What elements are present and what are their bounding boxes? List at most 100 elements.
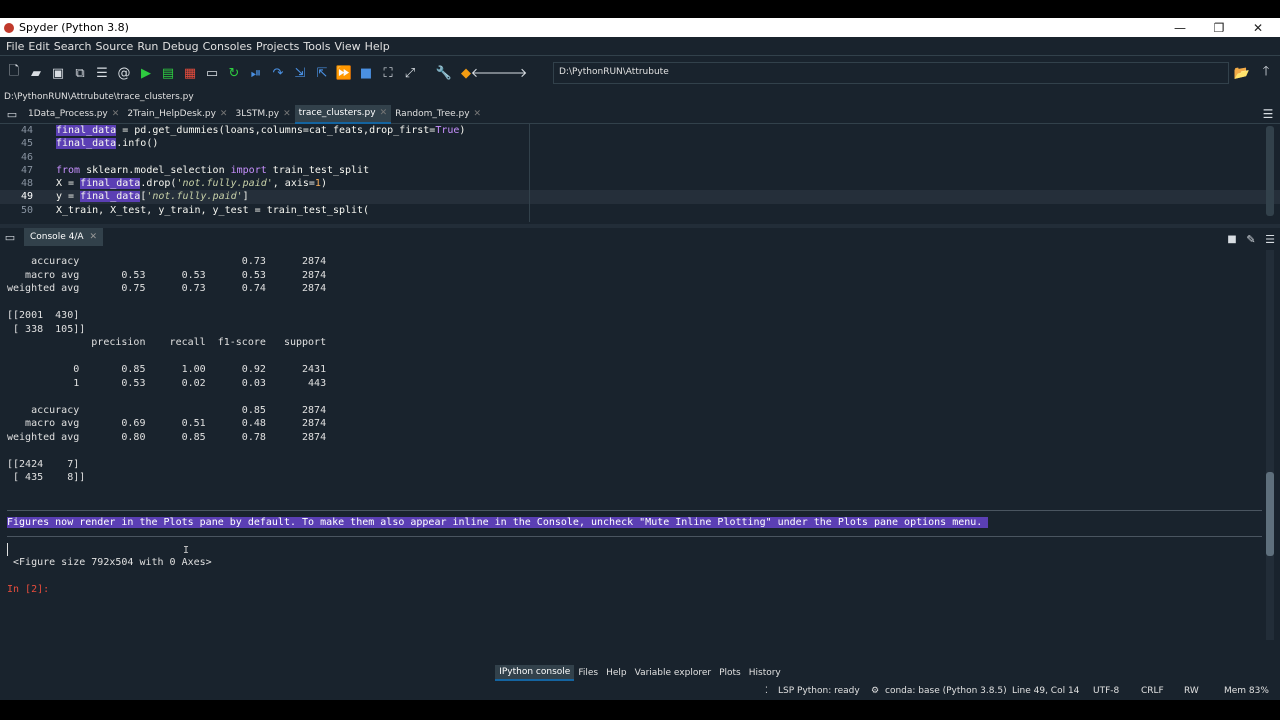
restore-button[interactable]: ❐	[1199, 18, 1239, 37]
run-cell-icon[interactable]: ▤	[158, 63, 178, 83]
menu-debug[interactable]: Debug	[160, 40, 200, 53]
read-write-status: RW	[1184, 686, 1199, 696]
run-selection-icon[interactable]: ▭	[202, 63, 222, 83]
main-toolbar: 🗋 ▰ ▣ ⧉ ☰ @ ▶ ▤ ▦ ▭ ↻ ⏯ ↷ ⇲ ⇱ ⏩ ■ ⛶ ⤢ 🔧 …	[0, 56, 1280, 90]
maximize-pane-icon[interactable]: ⛶	[378, 63, 398, 83]
forward-arrow-icon[interactable]: 🡒	[493, 63, 528, 83]
tab-console-4a[interactable]: Console 4/A ✕	[24, 228, 104, 246]
tab-ipython-console[interactable]: IPython console	[495, 665, 575, 681]
close-tab-icon[interactable]: ✕	[220, 105, 228, 124]
console-separator	[7, 510, 1262, 511]
save-icon[interactable]: ▣	[48, 63, 68, 83]
menu-consoles[interactable]: Consoles	[201, 40, 254, 53]
spyder-logo-icon	[4, 22, 14, 33]
memory-usage: Mem 83%	[1224, 686, 1269, 696]
console-scrollbar-thumb[interactable]	[1266, 472, 1274, 556]
lsp-status-icon: ⁚	[765, 686, 768, 696]
code-line: 46	[20, 151, 33, 163]
step-into-icon[interactable]: ⇲	[290, 63, 310, 83]
spyder-window: Spyder (Python 3.8) — ❐ ✕ File Edit Sear…	[0, 18, 1280, 700]
menu-tools[interactable]: Tools	[301, 40, 332, 53]
code-line: 44 final_data = pd.get_dummies(loans,colu…	[20, 125, 466, 136]
browse-folder-icon[interactable]: 📂	[1232, 63, 1252, 83]
console-tab-bar: ▭ Console 4/A ✕ ■ ✎ ☰	[0, 224, 1280, 246]
tab-trace-clusters[interactable]: trace_clusters.py ✕	[294, 104, 392, 124]
close-tab-icon[interactable]: ✕	[283, 105, 291, 124]
step-icon[interactable]: ↷	[268, 63, 288, 83]
working-directory-input[interactable]: D:\PythonRUN\Attrubute	[553, 62, 1229, 84]
title-bar: Spyder (Python 3.8) — ❐ ✕	[0, 18, 1280, 37]
console-output-line: accuracy 0.73 2874	[7, 256, 327, 267]
menu-file[interactable]: File	[4, 40, 26, 53]
tab-help[interactable]: Help	[602, 666, 631, 680]
close-console-icon[interactable]: ✕	[90, 228, 98, 246]
tab-1data-process[interactable]: 1Data_Process.py ✕	[24, 105, 123, 124]
ipython-console[interactable]: accuracy 0.73 2874 macro avg 0.53 0.53 0…	[0, 246, 1280, 650]
console-output-line: precision recall f1-score support	[7, 337, 327, 348]
console-separator	[7, 536, 1262, 537]
console-output-line: macro avg 0.69 0.51 0.48 2874	[7, 418, 327, 429]
editor-scrollbar[interactable]	[1266, 126, 1274, 216]
close-tab-icon[interactable]: ✕	[380, 104, 388, 123]
tab-2train-helpdesk[interactable]: 2Train_HelpDesk.py ✕	[123, 105, 231, 124]
save-all-icon[interactable]: ⧉	[70, 63, 90, 83]
code-editor[interactable]: 44 final_data = pd.get_dummies(loans,colu…	[0, 124, 1280, 222]
menu-run[interactable]: Run	[135, 40, 160, 53]
editor-options-menu-icon[interactable]: ☰	[1258, 104, 1278, 124]
menu-search[interactable]: Search	[52, 40, 94, 53]
continue-icon[interactable]: ⏩	[334, 63, 354, 83]
at-symbol-icon[interactable]: @	[114, 63, 134, 83]
run-icon[interactable]: ▶	[136, 63, 156, 83]
open-file-icon[interactable]: ▰	[26, 63, 46, 83]
figure-output: <Figure size 792x504 with 0 Axes>	[7, 557, 212, 568]
console-scrollbar[interactable]	[1266, 250, 1274, 640]
menu-source[interactable]: Source	[94, 40, 136, 53]
conda-env-status[interactable]: conda: base (Python 3.8.5)	[885, 686, 1007, 696]
menu-edit[interactable]: Edit	[26, 40, 51, 53]
line-endings: CRLF	[1141, 686, 1164, 696]
run-cell-advance-icon[interactable]: ▦	[180, 63, 200, 83]
code-line: 45 final_data.info()	[20, 138, 159, 150]
cursor-position: Line 49, Col 14	[1012, 686, 1080, 696]
outline-list-icon[interactable]: ☰	[92, 63, 112, 83]
close-tab-icon[interactable]: ✕	[112, 105, 120, 124]
letterbox-bottom	[0, 700, 1280, 720]
browse-consoles-icon[interactable]: ▭	[2, 229, 18, 245]
console-output-line: [ 338 105]]	[7, 323, 86, 335]
plots-notice-text: Figures now render in the Plots pane by …	[7, 517, 989, 528]
rerun-icon[interactable]: ↻	[224, 63, 244, 83]
close-tab-icon[interactable]: ✕	[474, 105, 482, 124]
minimize-button[interactable]: —	[1160, 18, 1200, 37]
console-output-line: [[2001 430]	[7, 310, 80, 321]
console-prompt[interactable]: In [2]:	[7, 583, 49, 596]
tab-history[interactable]: History	[745, 666, 785, 680]
fullscreen-icon[interactable]: ⤢	[400, 63, 420, 83]
menu-view[interactable]: View	[332, 40, 362, 53]
console-output-line: weighted avg 0.80 0.85 0.78 2874	[7, 431, 327, 443]
tab-random-tree[interactable]: Random_Tree.py ✕	[391, 105, 485, 124]
menu-projects[interactable]: Projects	[254, 40, 301, 53]
tab-plots[interactable]: Plots	[715, 666, 745, 680]
preferences-wrench-icon[interactable]: 🔧	[434, 63, 454, 83]
step-return-icon[interactable]: ⇱	[312, 63, 332, 83]
file-encoding: UTF-8	[1093, 686, 1120, 696]
console-output-line: [[2424 7]	[7, 458, 80, 470]
lsp-status[interactable]: LSP Python: ready	[778, 686, 860, 696]
console-output-line: 1 0.53 0.02 0.03 443	[7, 377, 327, 389]
menu-bar: File Edit Search Source Run Debug Consol…	[0, 37, 1280, 56]
status-bar: ⁚ LSP Python: ready ⚙ conda: base (Pytho…	[0, 684, 1280, 700]
close-button[interactable]: ✕	[1238, 18, 1278, 37]
current-file-path: D:\PythonRUN\Attrubute\trace_clusters.py	[0, 90, 1280, 105]
console-output-line: macro avg 0.53 0.53 0.53 2874	[7, 269, 327, 281]
tab-variable-explorer[interactable]: Variable explorer	[631, 666, 715, 680]
browse-tabs-icon[interactable]: ▭	[4, 106, 20, 122]
new-file-icon[interactable]: 🗋	[4, 63, 24, 83]
stop-debug-icon[interactable]: ■	[356, 63, 376, 83]
parent-directory-icon[interactable]: 🡑	[1256, 63, 1276, 83]
text-cursor	[7, 543, 8, 556]
conda-env-icon: ⚙	[871, 686, 880, 696]
menu-help[interactable]: Help	[363, 40, 392, 53]
debug-icon[interactable]: ⏯	[246, 63, 266, 83]
tab-files[interactable]: Files	[574, 666, 602, 680]
tab-3lstm[interactable]: 3LSTM.py ✕	[231, 105, 294, 124]
